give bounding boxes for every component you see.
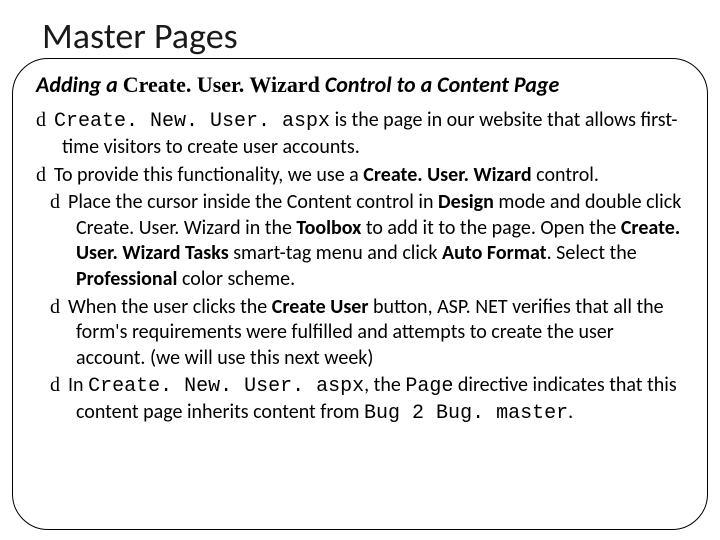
- subtitle-code: Create. User. Wizard: [123, 72, 320, 97]
- slide-title: Master Pages: [42, 14, 690, 58]
- bullet-3-t4: smart-tag menu and click: [229, 241, 442, 265]
- bullet-5-code1: Create. New. User. aspx: [88, 375, 364, 398]
- bullet-5-code3: Bug 2 Bug. master: [364, 402, 568, 425]
- bullet-2: d To provide this functionality, we use a…: [36, 163, 684, 189]
- bullet-5-t4: .: [568, 400, 573, 424]
- slide-subtitle: Adding a Create. User. Wizard Control to…: [36, 72, 684, 98]
- slide: Master Pages Adding a Create. User. Wiza…: [0, 0, 720, 540]
- bullet-2-bold1: Create. User. Wizard: [363, 163, 531, 187]
- bullet-4: dWhen the user clicks the Create User bu…: [36, 295, 684, 372]
- bullet-3-t3: to add it to the page. Open the: [361, 216, 621, 240]
- bullet-1-code: Create. New. User. aspx: [54, 110, 330, 133]
- bullet-4-t1: When the user clicks the: [68, 295, 272, 319]
- bullet-icon: d: [50, 374, 60, 396]
- bullet-1: dCreate. New. User. aspx is the page in …: [36, 108, 684, 160]
- bullet-icon: d: [36, 109, 46, 131]
- bullet-3-bold4: Auto Format: [442, 241, 547, 265]
- bullet-4-bold1: Create User: [272, 295, 369, 319]
- bullet-3-bold5: Professional: [76, 267, 177, 291]
- bullet-2-t1: To provide this functionality, we use a: [54, 163, 363, 187]
- bullet-icon: d: [36, 164, 46, 186]
- bullet-3-t5: . Select the: [547, 241, 637, 265]
- subtitle-suffix: Control to a Content Page: [320, 71, 559, 98]
- bullet-icon: d: [50, 296, 60, 318]
- bullet-5: dIn Create. New. User. aspx, the Page di…: [36, 373, 684, 426]
- body-text: dCreate. New. User. aspx is the page in …: [36, 108, 684, 426]
- bullet-5-t1: In: [68, 373, 88, 397]
- bullet-5-t2: , the: [364, 373, 405, 397]
- bullet-3: d Place the cursor inside the Content con…: [36, 190, 684, 292]
- bullet-3-bold2: Toolbox: [296, 216, 361, 240]
- bullet-2-t2: control.: [532, 163, 599, 187]
- bullet-3-t6: color scheme.: [177, 267, 295, 291]
- bullet-3-bold1: Design: [438, 190, 494, 214]
- bullet-icon: d: [50, 191, 60, 213]
- bullet-5-code2: Page: [405, 375, 453, 398]
- subtitle-prefix: Adding a: [36, 71, 123, 98]
- bullet-3-t1: Place the cursor inside the Content cont…: [68, 190, 438, 214]
